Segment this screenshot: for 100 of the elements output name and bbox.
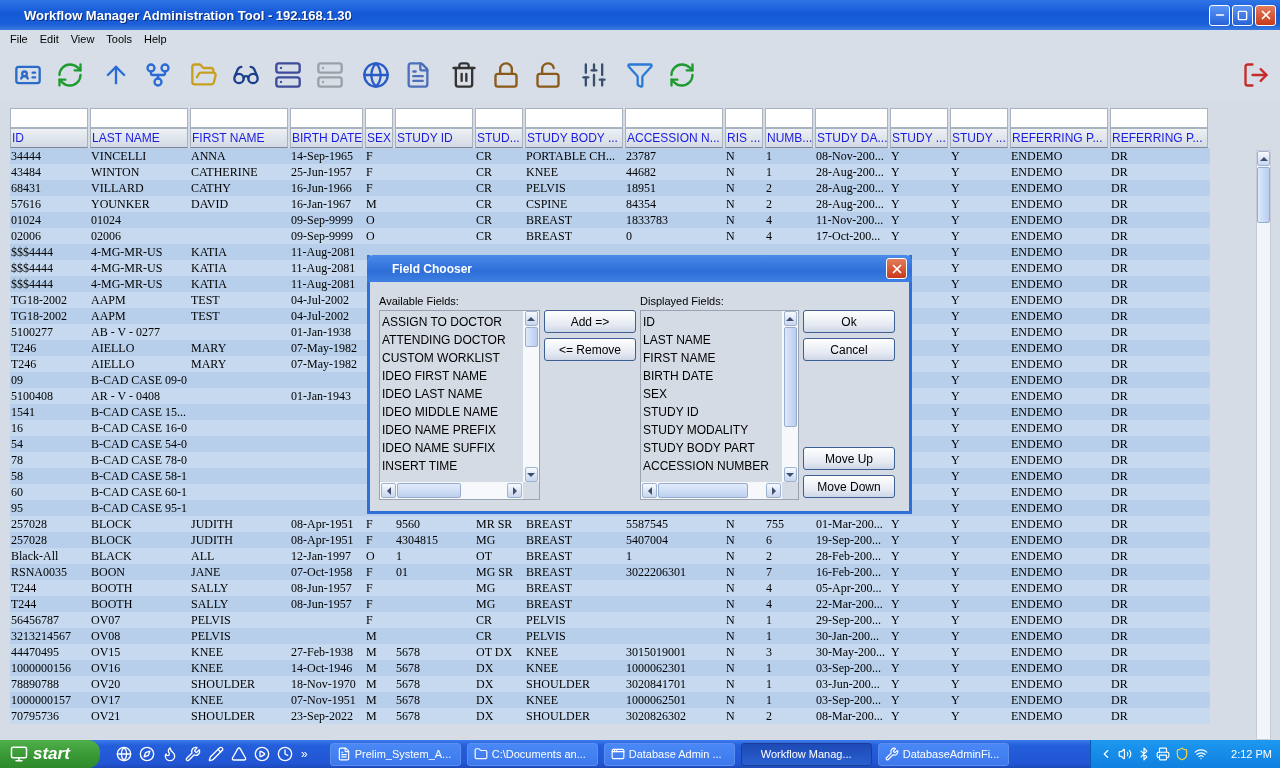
table-cell-text: PELVIS (525, 628, 567, 644)
table-cell-text: SHOULDER (525, 676, 591, 692)
table-cell-text: CR (475, 212, 493, 228)
table-cell-text: 1 (765, 692, 773, 708)
table-cell-text: CR (475, 612, 493, 628)
table-cell-text: 03-Sep-200... (815, 692, 882, 708)
table-cell-text: 07-Oct-1958 (290, 564, 354, 580)
table-cell-text: 2 (765, 180, 773, 196)
table-cell-text: Y (950, 260, 961, 276)
table-cell-text: DR (1110, 692, 1129, 708)
table-cell-text: 257028 (10, 532, 48, 548)
table-cell-text: ENDEMO (1010, 628, 1064, 644)
table-cell-text: 4 (765, 228, 773, 244)
table-cell-text: DR (1110, 244, 1129, 260)
table-cell-text: DR (1110, 548, 1129, 564)
table-cell-text: 1 (765, 676, 773, 692)
table-cell-text: DX (475, 692, 495, 708)
table-cell-text: T244 (10, 580, 38, 596)
table-cell-text: Y (950, 244, 961, 260)
table-cell-text: ENDEMO (1010, 260, 1064, 276)
table-cell-text: 16 (10, 420, 24, 436)
table-cell-text: Y (950, 324, 961, 340)
table-cell-text: N (725, 580, 736, 596)
table-cell-text: 1000062501 (625, 692, 687, 708)
table-cell-text: DR (1110, 612, 1129, 628)
table-cell-text: Y (950, 484, 961, 500)
table-cell-text: Y (950, 708, 961, 724)
table-cell-text: 08-Jun-1957 (290, 580, 353, 596)
table-cell-text: 16-Jan-1967 (290, 196, 352, 212)
table-cell-text: DR (1110, 404, 1129, 420)
table-cell-text: 28-Aug-200... (815, 196, 885, 212)
table-cell-text: 58 (10, 468, 24, 484)
table-cell-text: 30-May-200... (815, 644, 886, 660)
table-cell-text: 01-Jan-1943 (290, 388, 352, 404)
table-cell-text: B-CAD CASE 58-1 (90, 468, 188, 484)
table-cell-text: Y (950, 676, 961, 692)
table-cell-text: AIELLO (90, 356, 136, 372)
table-cell-text: Y (950, 500, 961, 516)
table-cell-text: 07-May-1982 (290, 340, 358, 356)
table-cell-text: 25-Jun-1957 (290, 164, 353, 180)
table-cell-text: Y (890, 148, 901, 164)
table-cell-text: 11-Aug-2081 (290, 244, 357, 260)
table-cell-text: ENDEMO (1010, 580, 1064, 596)
table-cell-text: WINTON (90, 164, 141, 180)
table-cell-text: ENDEMO (1010, 500, 1064, 516)
table-cell-text: 3213214567 (10, 628, 72, 644)
table-cell-text: N (725, 644, 736, 660)
table-cell-text: Y (950, 692, 961, 708)
table-cell-text: Y (890, 596, 901, 612)
table-cell-text: OT DX (475, 644, 514, 660)
table-cell-text: F (365, 148, 374, 164)
table-cell-text: 3020826302 (625, 708, 687, 724)
table-cell-text: DR (1110, 308, 1129, 324)
table-cell-text: N (725, 596, 736, 612)
table-cell-text: Y (950, 644, 961, 660)
table-cell-text: 16-Feb-200... (815, 564, 882, 580)
table-cell-text: 08-Apr-1951 (290, 532, 355, 548)
table-cell-text: T246 (10, 340, 38, 356)
table-cell-text: 34444 (10, 148, 42, 164)
table-cell-text: N (725, 564, 736, 580)
table-cell-text: PELVIS (525, 612, 567, 628)
table-cell-text: 03-Sep-200... (815, 660, 882, 676)
table-cell-text: 12-Jan-1997 (290, 548, 352, 564)
table-cell-text: ENDEMO (1010, 452, 1064, 468)
table-cell-text: KNEE (525, 644, 559, 660)
table-cell-text: KATIA (190, 260, 228, 276)
table-cell-text: JUDITH (190, 516, 234, 532)
table-cell-text: MARY (190, 356, 228, 372)
table-cell-text: DR (1110, 276, 1129, 292)
table-cell-text: ENDEMO (1010, 468, 1064, 484)
table-cell-text: TG18-2002 (10, 292, 68, 308)
table-cell-text: DR (1110, 148, 1129, 164)
table-cell-text: 1 (395, 548, 403, 564)
list-label: Available Fields: (379, 295, 460, 307)
table-cell-text: 78890788 (10, 676, 60, 692)
table-cell-text: DR (1110, 180, 1129, 196)
table-cell-text: DR (1110, 516, 1129, 532)
table-cell-text: Y (950, 292, 961, 308)
table-cell-text: 54 (10, 436, 24, 452)
table-cell-text: F (365, 180, 374, 196)
table-cell-text: $$$4444 (10, 260, 54, 276)
table-cell-text: 5678 (395, 676, 421, 692)
table-cell-text: VILLARD (90, 180, 145, 196)
table-cell-text: B-CAD CASE 78-0 (90, 452, 188, 468)
table-cell-text: OV16 (90, 660, 122, 676)
table-cell-text: 78 (10, 452, 24, 468)
table-cell-text: ENDEMO (1010, 324, 1064, 340)
table-cell-text: M (365, 708, 378, 724)
table-cell-text: 84354 (625, 196, 657, 212)
table-cell-text: Y (890, 180, 901, 196)
table-cell-text: T246 (10, 356, 38, 372)
table-cell-text: BOOTH (90, 596, 134, 612)
table-cell-text: 5678 (395, 644, 421, 660)
table-cell-text: 01024 (90, 212, 122, 228)
table-cell-text: KATIA (190, 244, 228, 260)
table-cell-text: AAPM (90, 292, 127, 308)
table-cell-text: Black-All (10, 548, 60, 564)
table-cell-text: 22-Mar-200... (815, 596, 884, 612)
table-cell-text: 07-Nov-1951 (290, 692, 357, 708)
table-cell-text: 5587545 (625, 516, 669, 532)
